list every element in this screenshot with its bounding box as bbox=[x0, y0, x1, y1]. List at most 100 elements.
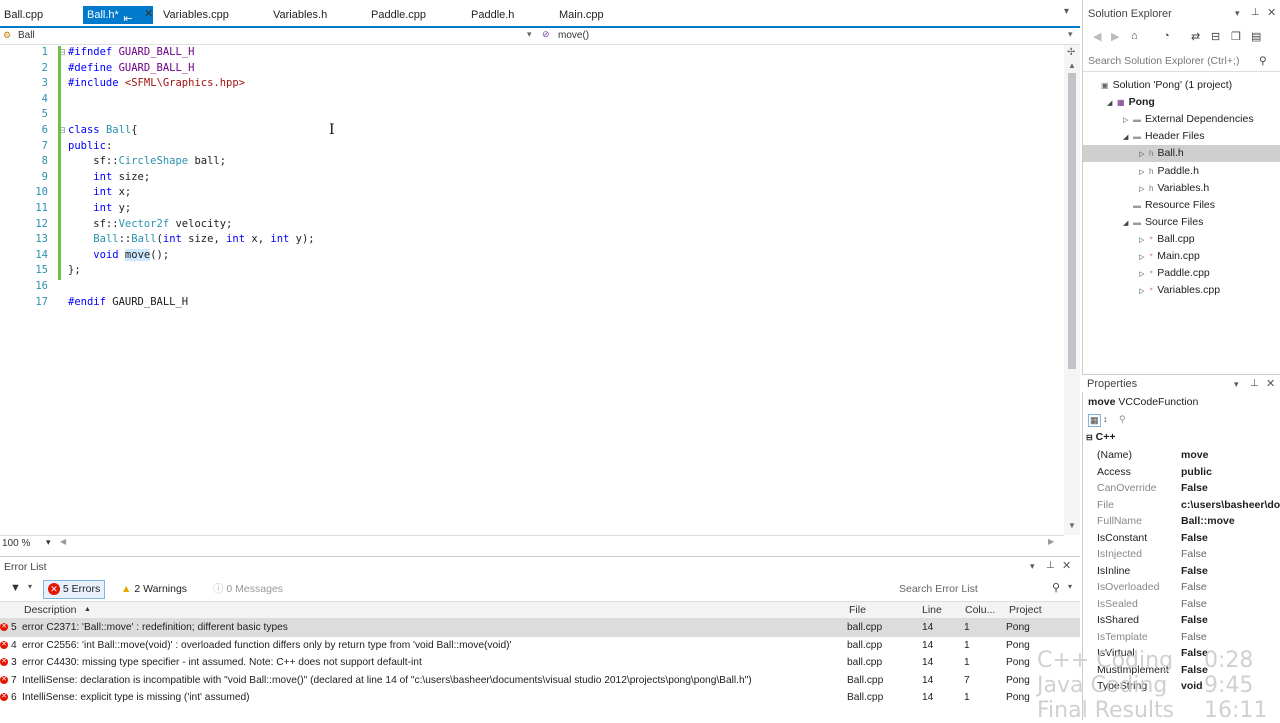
collapsed-icon[interactable]: ▷ bbox=[1139, 283, 1149, 300]
collapsed-icon[interactable]: ▷ bbox=[1139, 164, 1149, 181]
props-menu-icon[interactable]: ▾ bbox=[1234, 375, 1239, 393]
split-handle-icon[interactable]: ✢ bbox=[1067, 47, 1075, 58]
member-dropdown[interactable]: move() bbox=[558, 30, 589, 41]
alphabetical-icon[interactable]: ↕ bbox=[1103, 414, 1108, 424]
scroll-left-icon[interactable]: ◀ bbox=[60, 537, 66, 546]
error-row[interactable]: ✕ 3 error C4430: missing type specifier - … bbox=[0, 654, 1080, 672]
scroll-up-icon[interactable]: ▲ bbox=[1068, 61, 1076, 70]
error-row[interactable]: ✕ 7 IntelliSense: declaration is incompati… bbox=[0, 672, 1080, 690]
tree-node[interactable]: ◢ ▦ Pong bbox=[1083, 94, 1280, 111]
property-category[interactable]: ⊟ C++ bbox=[1086, 431, 1115, 443]
tree-node[interactable]: ▷ h Ball.h bbox=[1083, 145, 1280, 163]
errors-filter-button[interactable]: ✕ 5 Errors bbox=[43, 580, 106, 599]
error-list-pin-icon[interactable]: ⊥ bbox=[1046, 560, 1055, 571]
error-list-close-icon[interactable]: ✕ bbox=[1062, 559, 1071, 572]
editor-vertical-scrollbar[interactable]: ✢ ▲ ▼ bbox=[1064, 45, 1080, 535]
property-row[interactable]: IsShared False bbox=[1083, 612, 1280, 629]
column-file[interactable]: File bbox=[849, 604, 866, 616]
scroll-down-icon[interactable]: ▼ bbox=[1068, 521, 1076, 530]
column-project[interactable]: Project bbox=[1009, 604, 1042, 616]
tab-pin-icon[interactable]: ⇤ bbox=[121, 11, 135, 27]
expanded-icon[interactable]: ◢ bbox=[1123, 129, 1133, 146]
tree-node[interactable]: ▷ ⁺ Paddle.cpp bbox=[1083, 265, 1280, 282]
collapse-all-icon[interactable]: ⊟ bbox=[1211, 30, 1220, 43]
tree-node[interactable]: ◢ ▬ Source Files bbox=[1083, 214, 1280, 231]
collapsed-icon[interactable]: ▷ bbox=[1139, 249, 1149, 266]
property-row[interactable]: IsOverloaded False bbox=[1083, 579, 1280, 596]
property-row[interactable]: Access public bbox=[1083, 464, 1280, 481]
se-search-icon[interactable]: ⚲ bbox=[1259, 50, 1267, 72]
tree-node[interactable]: ▷ h Variables.h bbox=[1083, 180, 1280, 197]
home-icon[interactable]: ⌂ bbox=[1131, 30, 1138, 42]
collapse-category-icon[interactable]: ⊟ bbox=[1086, 433, 1093, 442]
collapsed-icon[interactable]: ▷ bbox=[1139, 266, 1149, 283]
error-row[interactable]: ✕ 5 error C2371: 'Ball::move' : redefiniti… bbox=[0, 619, 1080, 637]
property-pages-icon[interactable]: ⚲ bbox=[1119, 414, 1126, 425]
se-menu-icon[interactable]: ▾ bbox=[1235, 8, 1240, 19]
collapsed-icon[interactable]: ▷ bbox=[1123, 112, 1133, 129]
se-pin-icon[interactable]: ⊥ bbox=[1251, 7, 1260, 18]
property-row[interactable]: FullName Ball::move bbox=[1083, 513, 1280, 530]
tree-node[interactable]: ▷ h Paddle.h bbox=[1083, 163, 1280, 180]
property-row[interactable]: IsSealed False bbox=[1083, 596, 1280, 613]
property-row[interactable]: CanOverride False bbox=[1083, 480, 1280, 497]
tree-node[interactable]: ▷ ⁺ Variables.cpp bbox=[1083, 282, 1280, 299]
column-line[interactable]: Line bbox=[922, 604, 942, 616]
expanded-icon[interactable]: ◢ bbox=[1107, 95, 1117, 112]
code-editor[interactable]: 1 #ifndef GUARD_BALL_H 2 #define GUARD_BALL… bbox=[0, 45, 1064, 535]
column-description[interactable]: Description bbox=[24, 604, 77, 616]
tab-main-cpp[interactable]: Main.cpp bbox=[559, 6, 604, 24]
property-row[interactable]: IsInline False bbox=[1083, 563, 1280, 580]
property-object-selector[interactable]: move VCCodeFunction bbox=[1088, 396, 1198, 408]
tab-ball-cpp[interactable]: Ball.cpp bbox=[4, 6, 43, 24]
search-dropdown-icon[interactable]: ▾ bbox=[1068, 582, 1072, 591]
tab-close-icon[interactable]: ✕ bbox=[144, 7, 153, 20]
scroll-right-icon[interactable]: ▶ bbox=[1048, 537, 1054, 546]
member-dropdown-arrow-icon[interactable]: ▾ bbox=[1068, 29, 1073, 40]
categorized-icon[interactable]: ▦ bbox=[1088, 414, 1101, 427]
show-all-files-icon[interactable]: ❐ bbox=[1231, 30, 1241, 43]
zoom-level[interactable]: 100 % bbox=[2, 538, 30, 549]
collapsed-icon[interactable]: ▷ bbox=[1139, 181, 1149, 198]
forward-icon[interactable]: ▶ bbox=[1111, 30, 1119, 43]
filter-dropdown-icon[interactable]: ▾ bbox=[28, 582, 32, 591]
props-close-icon[interactable]: ✕ bbox=[1266, 375, 1275, 393]
scope-dropdown-arrow-icon[interactable]: ▾ bbox=[527, 29, 532, 40]
property-row[interactable]: IsInjected False bbox=[1083, 546, 1280, 563]
search-icon[interactable]: ⚲ bbox=[1052, 581, 1060, 594]
tree-node[interactable]: ◢ ▬ Header Files bbox=[1083, 128, 1280, 145]
tree-node[interactable]: ▷ ⁺ Ball.cpp bbox=[1083, 231, 1280, 248]
sync-icon[interactable]: ⇄ bbox=[1191, 30, 1200, 43]
solution-search-input[interactable]: Search Solution Explorer (Ctrl+;) ⚲ bbox=[1083, 50, 1280, 72]
tab-variables-h[interactable]: Variables.h bbox=[273, 6, 327, 24]
error-search-input[interactable]: Search Error List bbox=[899, 583, 978, 595]
property-row[interactable]: (Name) move bbox=[1083, 447, 1280, 464]
scroll-thumb[interactable] bbox=[1068, 73, 1076, 369]
property-row[interactable]: IsTemplate False bbox=[1083, 629, 1280, 646]
zoom-dropdown-icon[interactable]: ▾ bbox=[46, 537, 51, 548]
property-row[interactable]: IsConstant False bbox=[1083, 530, 1280, 547]
tab-variables-cpp[interactable]: Variables.cpp bbox=[163, 6, 229, 24]
error-row[interactable]: ✕ 4 error C2556: 'int Ball::move(void)' : … bbox=[0, 637, 1080, 655]
tree-node[interactable]: ▬ Resource Files bbox=[1083, 197, 1280, 214]
warnings-filter-button[interactable]: ▲ 2 Warnings bbox=[116, 580, 192, 599]
scope-dropdown[interactable]: Ball bbox=[18, 30, 35, 41]
tab-ball-h[interactable]: Ball.h* ⇤ bbox=[83, 6, 153, 27]
tab-paddle-h[interactable]: Paddle.h bbox=[471, 6, 514, 24]
tree-node[interactable]: ▷ ⁺ Main.cpp bbox=[1083, 248, 1280, 265]
properties-icon[interactable]: ▤ bbox=[1251, 30, 1261, 43]
tab-paddle-cpp[interactable]: Paddle.cpp bbox=[371, 6, 426, 24]
column-column[interactable]: Colu... bbox=[965, 604, 995, 616]
back-icon[interactable]: ◀ bbox=[1093, 30, 1101, 43]
error-row[interactable]: ✕ 6 IntelliSense: explicit type is missing… bbox=[0, 689, 1080, 707]
collapsed-icon[interactable]: ▷ bbox=[1139, 232, 1149, 249]
property-row[interactable]: File c:\users\basheer\do bbox=[1083, 497, 1280, 514]
pending-changes-icon[interactable]: ◔ bbox=[1163, 30, 1170, 42]
tree-node[interactable]: ▣ Solution 'Pong' (1 project) bbox=[1083, 77, 1280, 94]
props-pin-icon[interactable]: ⊥ bbox=[1250, 375, 1259, 393]
expanded-icon[interactable]: ◢ bbox=[1123, 215, 1133, 232]
filter-icon[interactable]: ▼ bbox=[10, 582, 21, 594]
tree-node[interactable]: ▷ ▬ External Dependencies bbox=[1083, 111, 1280, 128]
error-list-menu-icon[interactable]: ▾ bbox=[1030, 561, 1035, 572]
messages-filter-button[interactable]: ⓘ 0 Messages bbox=[208, 580, 288, 599]
